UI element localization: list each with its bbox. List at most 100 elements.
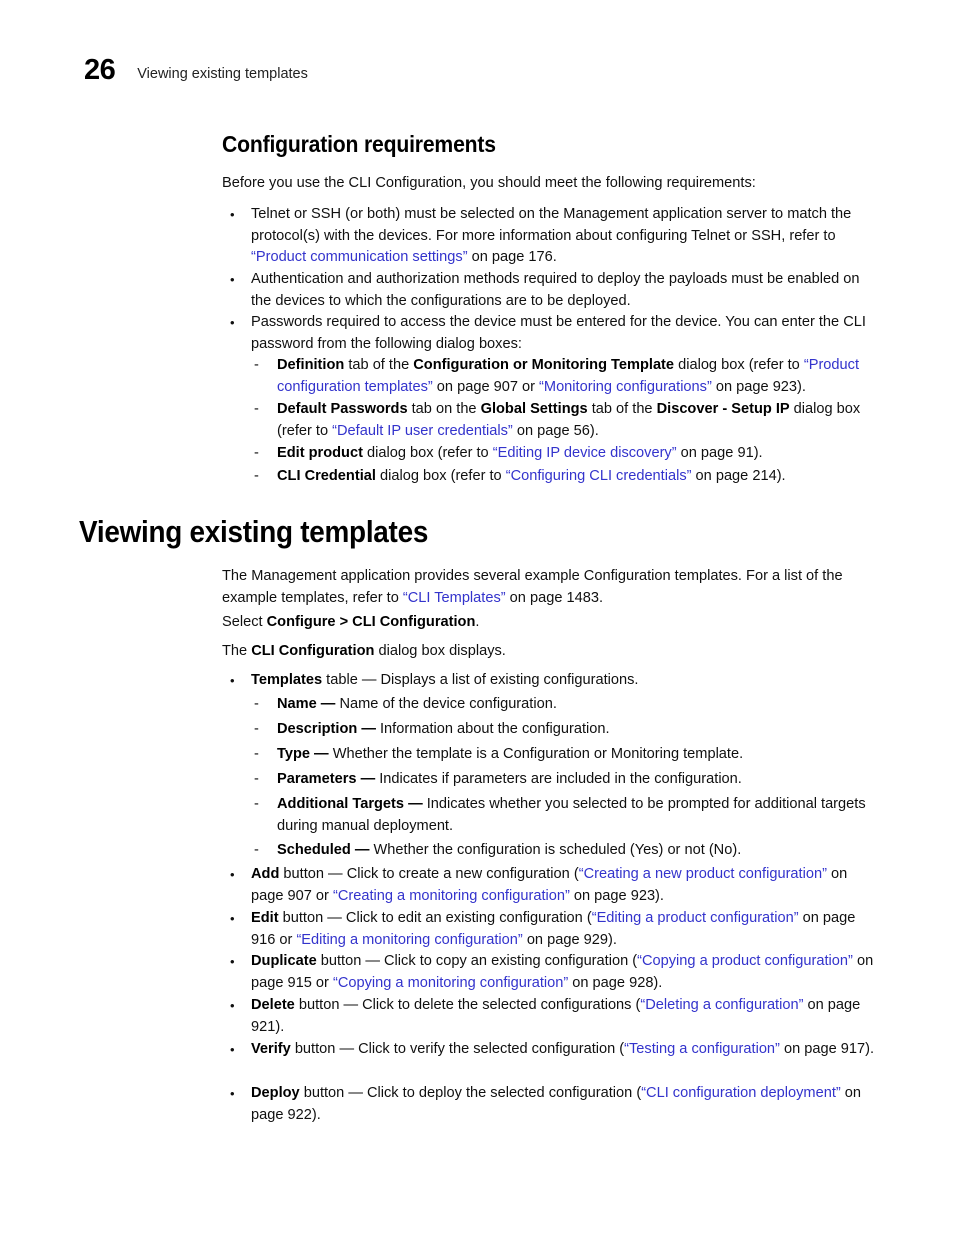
list-item-text: Add button — Click to create a new confi…: [251, 866, 847, 904]
text-run: button — Click to verify the selected co…: [290, 1041, 625, 1057]
cross-reference-link[interactable]: “Editing a monitoring configuration”: [296, 932, 522, 948]
emphasis-term: Scheduled —: [277, 842, 370, 858]
text-run: on page 56).: [512, 422, 599, 439]
text-run: Passwords required to access the device …: [251, 314, 866, 352]
text-run: dialog box displays.: [374, 643, 506, 659]
sub-list-item-text: CLI Credential dialog box (refer to “Con…: [277, 468, 786, 484]
text-run: on page 907 or: [432, 378, 540, 395]
dash-marker: -: [254, 842, 259, 858]
emphasis-term: Description —: [277, 721, 376, 737]
list-item-text: Passwords required to access the device …: [251, 314, 866, 352]
dash-marker: -: [254, 746, 259, 762]
cross-reference-link[interactable]: “Testing a configuration”: [624, 1041, 780, 1057]
emphasis-term: Delete: [251, 997, 295, 1013]
text-run: table — Displays a list of existing conf…: [322, 672, 639, 688]
paragraph-select-menu: Select Configure > CLI Configuration.: [222, 612, 877, 634]
text-run: The: [222, 643, 252, 659]
sub-list-item-text: Description — Information about the conf…: [277, 721, 610, 737]
sub-list-item-text: Definition tab of the Configuration or M…: [277, 357, 859, 395]
text-run: tab of the: [344, 357, 414, 373]
list-item-text: Verify button — Click to verify the sele…: [251, 1041, 874, 1057]
text-run: on page 929).: [522, 931, 617, 948]
text-run: Select: [222, 614, 267, 630]
dash-marker: -: [254, 468, 259, 484]
sub-list-item: - CLI Credential dialog box (refer to “C…: [222, 466, 877, 488]
emphasis-term: Default Passwords: [277, 401, 408, 417]
list-item-duplicate-button: • Duplicate button — Click to copy an ex…: [222, 951, 877, 994]
emphasis-term: Verify: [251, 1041, 291, 1057]
list-item-deploy-button: • Deploy button — Click to deploy the se…: [222, 1083, 877, 1126]
bullet-marker: •: [230, 867, 235, 882]
text-run: on page 176.: [467, 249, 557, 265]
dash-marker: -: [254, 445, 259, 461]
cross-reference-link[interactable]: “Deleting a configuration”: [640, 997, 803, 1013]
emphasis-term: Discover - Setup IP: [656, 401, 790, 417]
cross-reference-link[interactable]: “Editing IP device discovery”: [493, 445, 677, 461]
text-run: .: [475, 614, 480, 630]
bullet-marker: •: [230, 954, 235, 969]
sub-list-item-text: Name — Name of the device configuration.: [277, 696, 557, 712]
text-run: button — Click to create a new configura…: [279, 866, 579, 882]
sub-list-item: - Description — Information about the co…: [222, 719, 877, 741]
sub-list-item: - Default Passwords tab on the Global Se…: [222, 399, 877, 442]
text-run: Whether the template is a Configuration …: [328, 746, 744, 762]
list-item-text: Authentication and authorization methods…: [251, 271, 860, 309]
bullet-marker: •: [230, 1086, 235, 1101]
cross-reference-link[interactable]: “Monitoring configurations”: [539, 379, 712, 395]
paragraph-example-templates: The Management application provides seve…: [222, 566, 877, 609]
sub-list-item: - Scheduled — Whether the configuration …: [222, 840, 877, 862]
list-item-text: Edit button — Click to edit an existing …: [251, 910, 855, 948]
bullet-marker: •: [230, 911, 235, 926]
list-item-text: Delete button — Click to delete the sele…: [251, 997, 860, 1035]
cross-reference-link[interactable]: “Product communication settings”: [251, 249, 468, 265]
cross-reference-link[interactable]: “Default IP user credentials”: [332, 423, 513, 439]
text-run: tab of the: [587, 401, 657, 417]
emphasis-term: Add: [251, 866, 280, 882]
sub-list-item-text: Type — Whether the template is a Configu…: [277, 746, 743, 762]
sub-list-item-text: Default Passwords tab on the Global Sett…: [277, 401, 860, 439]
emphasis-term: Duplicate: [251, 953, 317, 969]
text-run: button — Click to copy an existing confi…: [316, 953, 638, 969]
cross-reference-link[interactable]: “Configuring CLI credentials”: [506, 468, 692, 484]
emphasis-term: Definition: [277, 357, 345, 373]
emphasis-term: CLI Credential: [277, 468, 376, 484]
dash-marker: -: [254, 771, 259, 787]
text-run: dialog box (refer to: [362, 445, 493, 461]
sub-list-item: - Parameters — Indicates if parameters a…: [222, 769, 877, 791]
dash-marker: -: [254, 721, 259, 737]
cross-reference-link[interactable]: “Creating a new product configuration”: [579, 866, 827, 882]
list-item-add-button: • Add button — Click to create a new con…: [222, 864, 877, 907]
text-run: on page 214).: [691, 468, 786, 484]
bullet-marker: •: [230, 998, 235, 1013]
text-run: on page 917).: [779, 1041, 875, 1057]
text-run: button — Click to deploy the selected co…: [299, 1085, 642, 1101]
emphasis-term: Parameters —: [277, 771, 376, 787]
emphasis-term: Edit: [251, 910, 279, 926]
emphasis-term: Edit product: [277, 445, 363, 461]
text-run: Authentication and authorization methods…: [251, 271, 860, 309]
cross-reference-link[interactable]: “Copying a monitoring configuration”: [333, 975, 568, 991]
text-run: Information about the configuration.: [375, 721, 610, 737]
emphasis-term: Configure > CLI Configuration: [266, 614, 476, 630]
sub-list-item: - Name — Name of the device configuratio…: [222, 694, 877, 716]
sub-list-item: - Type — Whether the template is a Confi…: [222, 744, 877, 766]
text-run: Whether the configuration is scheduled (…: [369, 842, 742, 858]
sub-list-item: - Definition tab of the Configuration or…: [222, 355, 877, 398]
dash-marker: -: [254, 401, 259, 417]
cross-reference-link[interactable]: “Editing a product configuration”: [592, 910, 799, 926]
paragraph-dialog-displays: The CLI Configuration dialog box display…: [222, 641, 877, 663]
text-run: dialog box (refer to: [674, 357, 804, 373]
page-number: 26: [84, 54, 116, 86]
emphasis-term: Name —: [277, 696, 336, 712]
cross-reference-link[interactable]: “CLI Templates”: [403, 590, 506, 606]
list-item-text: Templates table — Displays a list of exi…: [251, 672, 638, 688]
heading-configuration-requirements: Configuration requirements: [222, 131, 496, 157]
bullet-marker: •: [230, 673, 235, 688]
dash-marker: -: [254, 696, 259, 712]
list-item: • Telnet or SSH (or both) must be select…: [222, 204, 877, 269]
cross-reference-link[interactable]: “CLI configuration deployment”: [641, 1085, 841, 1101]
list-item: • Passwords required to access the devic…: [222, 312, 877, 355]
text-run: on page 923).: [711, 378, 806, 395]
cross-reference-link[interactable]: “Copying a product configuration”: [637, 953, 853, 969]
cross-reference-link[interactable]: “Creating a monitoring configuration”: [333, 888, 570, 904]
